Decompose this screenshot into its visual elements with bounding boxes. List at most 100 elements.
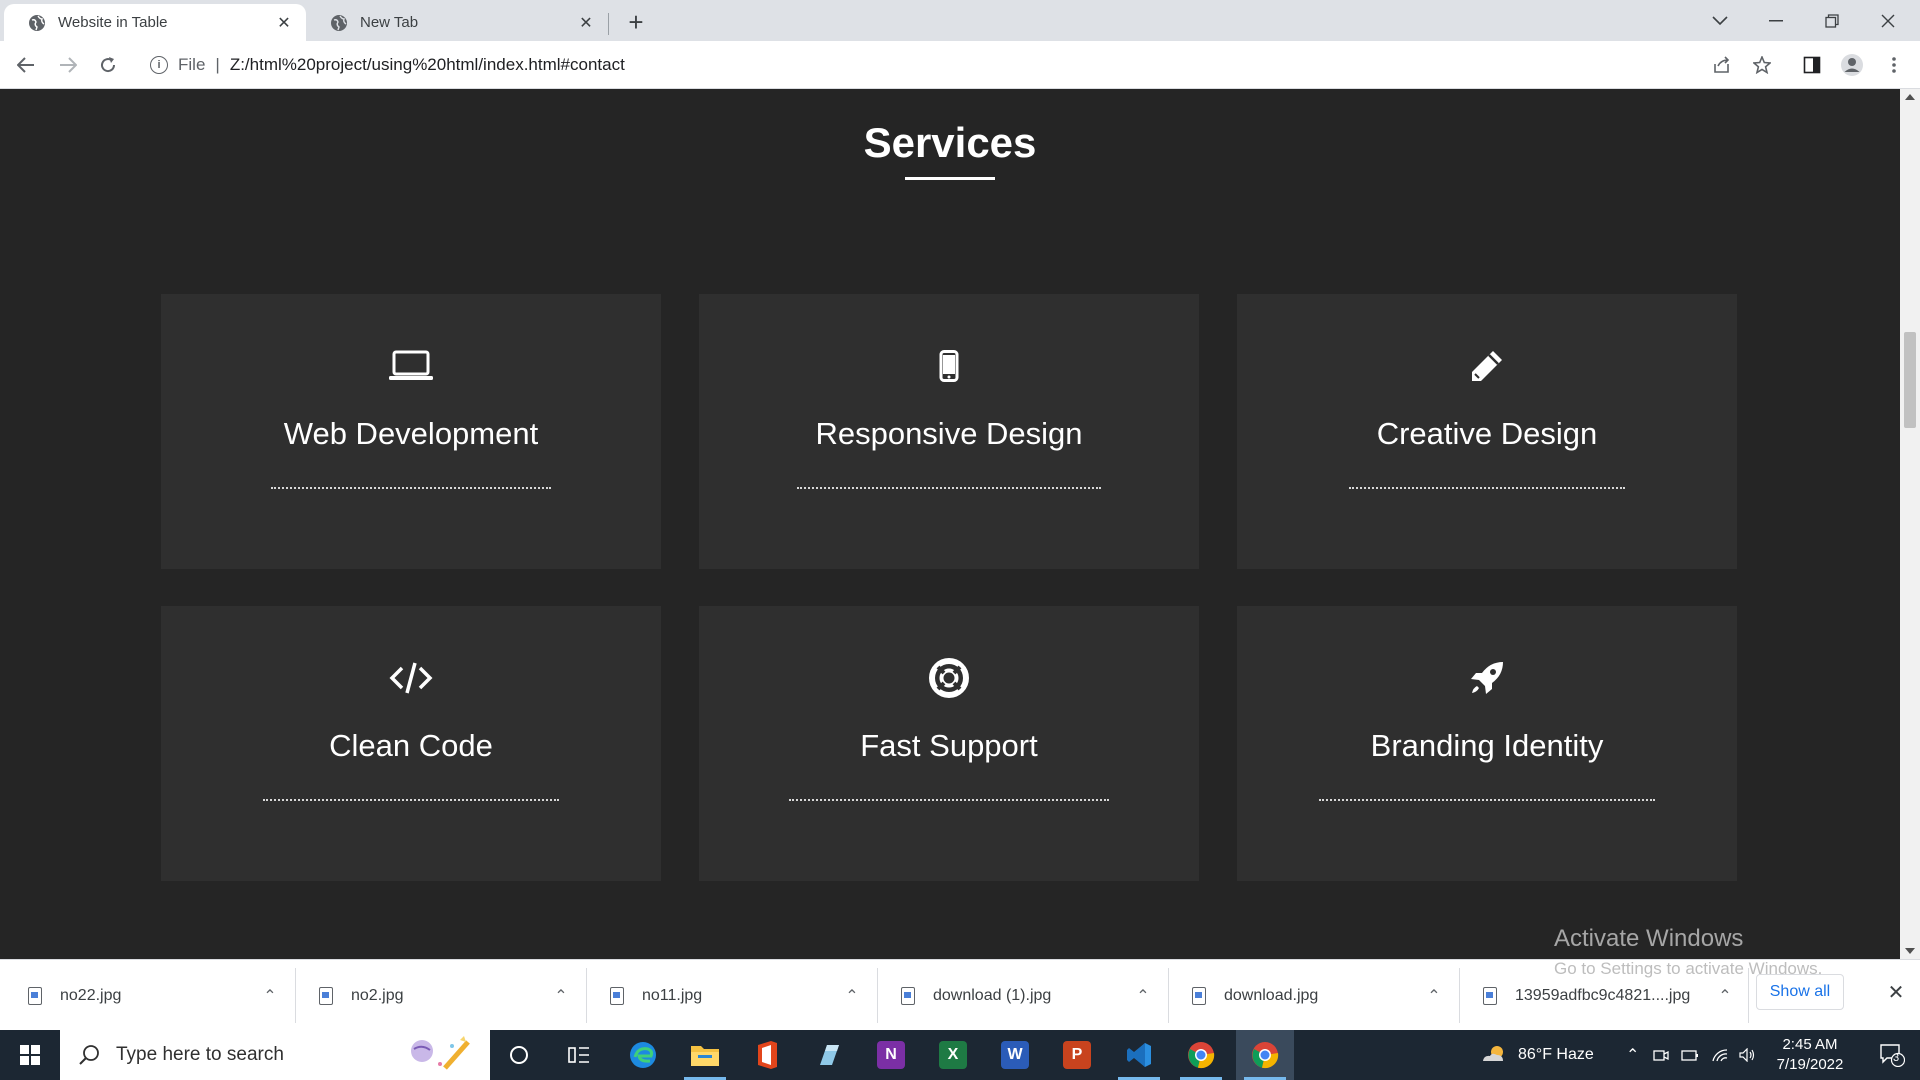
close-tab-icon[interactable]: ✕ (576, 13, 596, 33)
side-panel-button[interactable] (1796, 49, 1828, 81)
download-item[interactable]: no22.jpg ⌃ (0, 960, 280, 1031)
back-button[interactable] (10, 49, 42, 81)
chevron-up-icon[interactable]: ⌃ (842, 986, 862, 1006)
scroll-down-arrow[interactable] (1905, 948, 1915, 954)
taskbar-vscode[interactable] (1110, 1030, 1168, 1080)
dotted-divider (271, 487, 551, 489)
tab-search-icon[interactable] (1692, 0, 1748, 41)
code-icon (161, 658, 661, 698)
office-icon (758, 1041, 777, 1069)
notification-count: 3 (1893, 1052, 1900, 1064)
restore-button[interactable] (1804, 0, 1860, 41)
scroll-up-arrow[interactable] (1905, 94, 1915, 100)
new-tab-button[interactable]: + (622, 7, 650, 37)
close-tab-icon[interactable]: ✕ (274, 13, 294, 33)
download-filename: download.jpg (1224, 986, 1319, 1004)
chevron-up-icon[interactable]: ⌃ (1715, 986, 1735, 1006)
dotted-divider (1349, 487, 1625, 489)
clock-date: 7/19/2022 (1776, 1056, 1844, 1073)
page-scrollbar[interactable] (1900, 89, 1920, 959)
taskbar-office[interactable] (738, 1030, 796, 1080)
arrow-left-icon (17, 57, 34, 73)
taskbar-clock[interactable]: 2:45 AM 7/19/2022 (1760, 1035, 1860, 1075)
reload-button[interactable] (92, 49, 124, 81)
download-item[interactable]: download (1).jpg ⌃ (873, 960, 1153, 1031)
download-item[interactable]: no2.jpg ⌃ (291, 960, 571, 1031)
taskbar-chrome-active[interactable] (1236, 1030, 1294, 1080)
tab-divider (608, 13, 609, 35)
taskbar-powerpoint[interactable]: P (1048, 1030, 1106, 1080)
tab-website-in-table[interactable]: Website in Table ✕ (4, 4, 306, 41)
dotted-divider (797, 487, 1101, 489)
dotted-divider (1319, 799, 1655, 801)
taskbar-excel[interactable]: X (924, 1030, 982, 1080)
taskbar-word[interactable]: W (986, 1030, 1044, 1080)
system-tray-icons[interactable]: ⌃ (1626, 1030, 1757, 1080)
download-filename: download (1).jpg (933, 986, 1052, 1004)
service-card-branding-identity: Branding Identity (1237, 606, 1737, 881)
taskbar-file-explorer[interactable] (676, 1030, 734, 1080)
globe-icon (331, 14, 347, 31)
profile-button[interactable] (1836, 49, 1868, 81)
scrollbar-thumb[interactable] (1904, 332, 1916, 428)
chevron-up-icon[interactable]: ⌃ (260, 986, 280, 1006)
taskbar-app-pen[interactable] (800, 1030, 858, 1080)
reload-icon (101, 57, 116, 73)
close-window-button[interactable] (1860, 0, 1916, 41)
dotted-divider (263, 799, 559, 801)
chevron-up-icon[interactable]: ⌃ (1626, 1045, 1639, 1065)
chevron-up-icon[interactable]: ⌃ (551, 986, 571, 1006)
download-filename: no2.jpg (351, 986, 404, 1004)
bookmark-button[interactable] (1746, 49, 1778, 81)
close-shelf-icon[interactable]: ✕ (1884, 980, 1908, 1004)
task-view-button[interactable] (550, 1030, 608, 1080)
service-name: Web Development (283, 416, 539, 451)
activate-windows-title: Activate Windows (1554, 925, 1744, 952)
powerpoint-icon: P (1063, 1041, 1091, 1069)
taskbar-chrome[interactable] (1172, 1030, 1230, 1080)
taskbar-edge[interactable] (614, 1030, 672, 1080)
share-button[interactable] (1706, 49, 1738, 81)
tab-title: New Tab (360, 14, 419, 31)
menu-button[interactable] (1878, 49, 1910, 81)
service-card-responsive-design: Responsive Design (699, 294, 1199, 569)
download-item[interactable]: download.jpg ⌃ (1164, 960, 1444, 1031)
url-text[interactable]: Z:/html%20project/using%20html/index.htm… (230, 55, 625, 75)
chevron-up-icon[interactable]: ⌃ (1133, 986, 1153, 1006)
clock-time: 2:45 AM (1782, 1036, 1838, 1053)
avatar-icon (1841, 54, 1863, 76)
meet-now-icon (1653, 1050, 1670, 1061)
show-all-downloads-button[interactable]: Show all (1756, 974, 1844, 1010)
task-view-icon (568, 1047, 589, 1063)
minimize-button[interactable] (1748, 0, 1804, 41)
address-bar[interactable]: i File | Z:/html%20project/using%20html/… (138, 47, 1748, 83)
info-icon[interactable]: i (150, 56, 168, 74)
weather-text: 86°F Haze (1518, 1046, 1594, 1063)
download-filename: 13959adfbc9c4821....jpg (1515, 986, 1691, 1004)
rocket-icon (1237, 658, 1737, 698)
chevron-up-icon[interactable]: ⌃ (1424, 986, 1444, 1006)
arrow-right-icon (60, 57, 77, 73)
share-icon (1714, 56, 1730, 73)
tab-new-tab[interactable]: New Tab ✕ (306, 4, 608, 41)
taskbar-search[interactable]: Type here to search (60, 1030, 490, 1080)
taskbar-onenote[interactable]: N (862, 1030, 920, 1080)
windows-taskbar: Type here to search N X W P 86°F Haze ⌃ … (0, 1030, 1920, 1080)
cortana-button[interactable] (490, 1030, 548, 1080)
weather-haze-icon (1483, 1046, 1503, 1061)
weather-widget[interactable]: 86°F Haze (1480, 1030, 1594, 1080)
download-item[interactable]: no11.jpg ⌃ (582, 960, 862, 1031)
browser-toolbar: i File | Z:/html%20project/using%20html/… (0, 41, 1920, 89)
wifi-icon (1712, 1049, 1728, 1062)
image-file-icon (1192, 986, 1206, 1005)
edge-icon (630, 1042, 656, 1068)
url-separator: | (215, 55, 220, 74)
search-highlight-doodle-icon (411, 1036, 470, 1070)
service-name: Responsive Design (815, 416, 1083, 451)
forward-button[interactable] (52, 49, 84, 81)
start-button[interactable] (0, 1030, 60, 1080)
life-ring-icon (699, 658, 1199, 698)
notification-center-button[interactable]: 3 (1864, 1030, 1920, 1080)
download-filename: no22.jpg (60, 986, 122, 1004)
service-name: Clean Code (329, 728, 493, 763)
